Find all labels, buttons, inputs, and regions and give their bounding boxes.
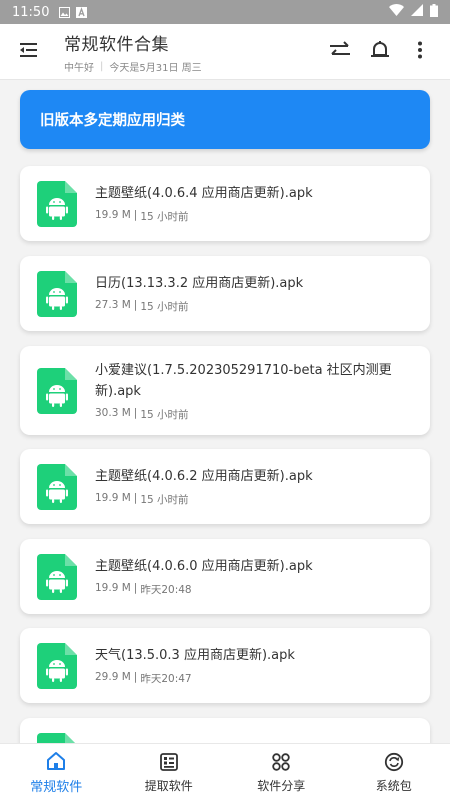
menu-button[interactable] bbox=[8, 32, 48, 72]
home-icon bbox=[45, 750, 67, 772]
file-name: 主题壁纸(4.0.6.2 应用商店更新).apk bbox=[95, 469, 313, 484]
nav-tab-regular-software[interactable]: 常规软件 bbox=[0, 744, 113, 800]
file-name: 主题壁纸(4.0.6.4 应用商店更新).apk bbox=[95, 186, 313, 201]
apk-file-icon bbox=[37, 732, 77, 743]
file-name: 主题壁纸(4.0.6.0 应用商店更新).apk bbox=[95, 559, 313, 574]
four-dots-icon bbox=[270, 751, 292, 773]
status-bar: 11:50 bbox=[0, 0, 450, 24]
status-time: 11:50 bbox=[12, 4, 50, 20]
more-options-button[interactable] bbox=[400, 32, 440, 72]
file-time: 15 小时前 bbox=[140, 301, 189, 313]
file-meta: 19.9 M | 昨天20:48 bbox=[95, 582, 395, 597]
image-notification-icon bbox=[59, 6, 71, 18]
file-card[interactable]: 日历(13.13.3.2 应用商店更新).apk 27.3 M | 15 小时前 bbox=[20, 256, 430, 331]
apk-file-icon bbox=[37, 180, 77, 227]
file-name: 天气(13.5.0.3 应用商店更新).apk bbox=[95, 648, 295, 663]
swap-arrows-icon bbox=[329, 40, 351, 63]
meta-divider: | bbox=[133, 406, 138, 419]
bell-icon bbox=[369, 39, 391, 65]
apk-file-icon bbox=[37, 367, 77, 414]
apk-file-icon bbox=[37, 553, 77, 600]
file-card[interactable]: 主题壁纸(4.0.6.4 应用商店更新).apk 19.9 M | 15 小时前 bbox=[20, 166, 430, 241]
nav-tab-extract-software[interactable]: 提取软件 bbox=[113, 744, 226, 800]
old-version-banner[interactable]: 旧版本多定期应用归类 bbox=[20, 90, 430, 149]
file-card[interactable]: 主题壁纸(4.0.6.2 应用商店更新).apk 19.9 M | 15 小时前 bbox=[20, 449, 430, 524]
menu-open-icon bbox=[18, 42, 38, 62]
grid-list-icon bbox=[158, 751, 180, 773]
nav-tab-software-share[interactable]: 软件分享 bbox=[225, 744, 338, 800]
file-card[interactable]: 屏幕录制(3.12.6.10.1 应用商店更新).apk bbox=[20, 718, 430, 743]
subtitle-divider: | bbox=[100, 60, 104, 72]
file-size: 30.3 M bbox=[95, 406, 131, 419]
more-vert-icon bbox=[417, 41, 423, 63]
page-title: 常规软件合集 bbox=[64, 34, 169, 55]
file-size: 19.9 M bbox=[95, 209, 131, 221]
file-name: 小爱建议(1.7.5.202305291710-beta 社区内测更新).apk bbox=[95, 362, 392, 399]
battery-icon bbox=[430, 3, 438, 21]
file-meta: 19.9 M | 15 小时前 bbox=[95, 209, 395, 224]
file-time: 15 小时前 bbox=[140, 211, 189, 223]
file-time: 15 小时前 bbox=[140, 408, 189, 421]
meta-divider: | bbox=[133, 582, 138, 594]
file-size: 19.9 M bbox=[95, 492, 131, 504]
nav-label: 系统包 bbox=[375, 778, 412, 793]
file-meta: 27.3 M | 15 小时前 bbox=[95, 299, 395, 314]
file-time: 昨天20:47 bbox=[140, 673, 192, 685]
notification-button[interactable] bbox=[360, 32, 400, 72]
nav-label: 提取软件 bbox=[144, 778, 193, 793]
file-size: 29.9 M bbox=[95, 671, 131, 683]
wifi-icon bbox=[389, 4, 404, 20]
file-card[interactable]: 天气(13.5.0.3 应用商店更新).apk 29.9 M | 昨天20:47 bbox=[20, 628, 430, 703]
greeting-text: 中午好 bbox=[64, 62, 94, 74]
file-name: 日历(13.13.3.2 应用商店更新).apk bbox=[95, 276, 304, 291]
file-list-area[interactable]: 旧版本多定期应用归类 主题壁纸(4.0.6.4 应用商店更新).apk 19.9 … bbox=[0, 81, 450, 743]
nav-tab-system-package[interactable]: 系统包 bbox=[338, 744, 450, 800]
meta-divider: | bbox=[133, 299, 138, 311]
file-meta: 30.3 M | 15 小时前 bbox=[95, 407, 395, 422]
file-meta: 19.9 M | 15 小时前 bbox=[95, 492, 395, 507]
file-size: 19.9 M bbox=[95, 582, 131, 594]
refresh-icon bbox=[383, 751, 405, 773]
file-card[interactable]: 主题壁纸(4.0.6.0 应用商店更新).apk 19.9 M | 昨天20:48 bbox=[20, 539, 430, 614]
bottom-navigation: 常规软件 提取软件 软件分享 系统包 bbox=[0, 743, 450, 800]
meta-divider: | bbox=[133, 671, 138, 683]
app-bar: 常规软件合集 中午好 | 今天是5月31日 周三 bbox=[0, 24, 450, 80]
meta-divider: | bbox=[133, 492, 138, 504]
file-size: 27.3 M bbox=[95, 299, 131, 311]
file-time: 昨天20:48 bbox=[140, 584, 192, 596]
file-meta: 29.9 M | 昨天20:47 bbox=[95, 671, 395, 686]
apk-file-icon bbox=[37, 463, 77, 510]
file-time: 15 小时前 bbox=[140, 494, 189, 506]
meta-divider: | bbox=[133, 209, 138, 221]
file-card[interactable]: 小爱建议(1.7.5.202305291710-beta 社区内测更新).apk… bbox=[20, 346, 430, 435]
apk-file-icon bbox=[37, 642, 77, 689]
date-text: 今天是5月31日 周三 bbox=[109, 62, 202, 74]
nav-label: 常规软件 bbox=[30, 779, 83, 795]
nav-label: 软件分享 bbox=[257, 778, 306, 793]
signal-icon bbox=[411, 4, 423, 20]
banner-label: 旧版本多定期应用归类 bbox=[40, 113, 185, 129]
switch-button[interactable] bbox=[320, 32, 360, 72]
apk-file-icon bbox=[37, 270, 77, 317]
font-notification-icon bbox=[76, 6, 88, 18]
